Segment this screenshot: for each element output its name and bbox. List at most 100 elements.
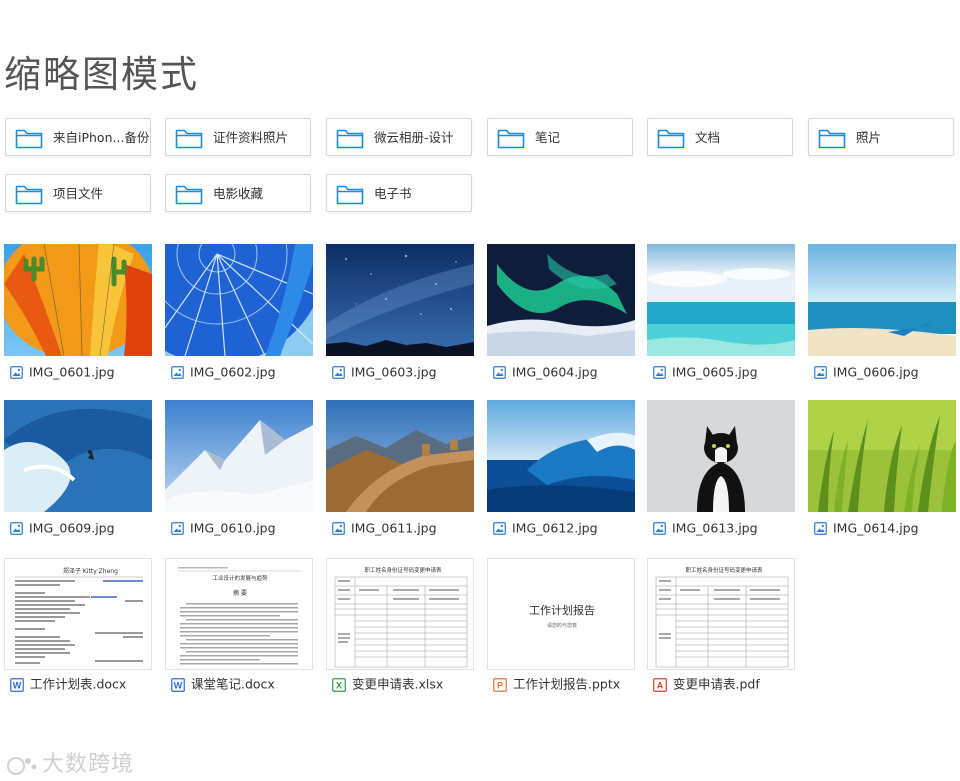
image-file-icon: [814, 522, 827, 535]
folder-item[interactable]: 文档: [647, 118, 793, 156]
folder-label: 照片: [856, 130, 882, 145]
notes-preview: 工业设计的发展与趋势 摘 要: [178, 567, 302, 665]
image-file-icon: [814, 366, 827, 379]
folder-label: 电影收藏: [213, 186, 264, 201]
resume-preview: 郑泽子 Kitty Zheng: [15, 567, 143, 664]
folder-item[interactable]: 来自iPhon...备份: [5, 118, 151, 156]
folder-icon: [175, 129, 203, 149]
image-filename[interactable]: IMG_0614.jpg: [814, 519, 919, 537]
svg-text:X: X: [336, 680, 342, 690]
folder-item[interactable]: 微云相册-设计: [326, 118, 472, 156]
image-file-icon: [10, 366, 23, 379]
photo-wave: [487, 400, 635, 512]
svg-text:W: W: [174, 680, 183, 690]
watermark-text: 大数跨境: [42, 752, 135, 777]
image-filename-text: IMG_0609.jpg: [29, 520, 115, 536]
folder-label: 文档: [695, 130, 721, 145]
doc-thumb-pptx[interactable]: 工作计划报告 请您的与您衰: [487, 558, 635, 670]
document-filename-text: 课堂笔记.docx: [191, 676, 275, 692]
image-filename-text: IMG_0601.jpg: [29, 364, 115, 380]
document-filename[interactable]: W 课堂笔记.docx: [171, 675, 275, 693]
folder-label: 证件资料照片: [213, 130, 289, 145]
doc-thumb-pdf[interactable]: 职工姓名身份证号码变更申请表: [647, 558, 795, 670]
image-thumbnail[interactable]: [4, 244, 152, 356]
image-file-icon: [653, 366, 666, 379]
document-filename[interactable]: A 变更申请表.pdf: [653, 675, 760, 693]
watermark-logo-icon: [7, 757, 37, 775]
folder-label: 电子书: [374, 186, 412, 201]
image-filename-text: IMG_0613.jpg: [672, 520, 758, 536]
image-thumbnail[interactable]: [487, 400, 635, 512]
image-filename[interactable]: IMG_0602.jpg: [171, 363, 276, 381]
image-filename-text: IMG_0606.jpg: [833, 364, 919, 380]
form-title: 职工姓名身份证号码变更申请表: [364, 566, 442, 574]
image-thumbnail[interactable]: [165, 244, 313, 356]
doc-thumb-xlsx[interactable]: 职工姓名身份证号码变更申请表: [326, 558, 474, 670]
photo-surfer: [4, 400, 152, 512]
svg-text:W: W: [13, 680, 22, 690]
folder-icon: [657, 129, 685, 149]
folder-icon: [15, 185, 43, 205]
powerpoint-file-icon: P: [493, 677, 507, 692]
image-thumbnail[interactable]: [165, 400, 313, 512]
photo-night-sky: [326, 244, 474, 356]
pptx-preview: 工作计划报告 请您的与您衰: [529, 603, 595, 629]
image-thumbnail[interactable]: [647, 244, 795, 356]
photo-blue-balloon: [165, 244, 313, 356]
image-file-icon: [171, 522, 184, 535]
image-filename[interactable]: IMG_0612.jpg: [493, 519, 598, 537]
doc-thumb-notes[interactable]: 工业设计的发展与趋势 摘 要: [165, 558, 313, 670]
image-filename-text: IMG_0611.jpg: [351, 520, 437, 536]
pdf-form-title: 职工姓名身份证号码变更申请表: [685, 566, 763, 574]
photo-grass: [808, 400, 956, 512]
folder-item[interactable]: 笔记: [487, 118, 633, 156]
folder-item[interactable]: 电子书: [326, 174, 472, 212]
image-thumbnail[interactable]: [808, 244, 956, 356]
photo-snow-mountain: [165, 400, 313, 512]
svg-text:A: A: [657, 680, 664, 690]
image-filename-text: IMG_0610.jpg: [190, 520, 276, 536]
folder-icon: [336, 129, 364, 149]
xlsx-preview: 职工姓名身份证号码变更申请表: [334, 566, 468, 668]
document-filename-text: 工作计划表.docx: [30, 676, 127, 692]
image-thumbnail[interactable]: [4, 400, 152, 512]
document-filename-text: 变更申请表.pdf: [673, 676, 760, 692]
pdf-preview: 职工姓名身份证号码变更申请表: [655, 566, 789, 668]
folder-item[interactable]: 电影收藏: [165, 174, 311, 212]
document-filename[interactable]: W 工作计划表.docx: [10, 675, 126, 693]
image-filename[interactable]: IMG_0610.jpg: [171, 519, 276, 537]
document-filename[interactable]: X 变更申请表.xlsx: [332, 675, 443, 693]
image-filename[interactable]: IMG_0611.jpg: [332, 519, 437, 537]
image-filename-text: IMG_0614.jpg: [833, 520, 919, 536]
image-filename[interactable]: IMG_0609.jpg: [10, 519, 115, 537]
image-filename[interactable]: IMG_0606.jpg: [814, 363, 919, 381]
photo-beach-boat: [808, 244, 956, 356]
image-file-icon: [493, 366, 506, 379]
pdf-file-icon: A: [653, 677, 667, 692]
image-thumbnail[interactable]: [647, 400, 795, 512]
image-filename[interactable]: IMG_0603.jpg: [332, 363, 437, 381]
document-filename-text: 工作计划报告.pptx: [513, 676, 621, 692]
image-filename-text: IMG_0602.jpg: [190, 364, 276, 380]
image-filename[interactable]: IMG_0613.jpg: [653, 519, 758, 537]
folder-label: 来自iPhon...备份: [53, 130, 150, 145]
photo-great-wall: [326, 400, 474, 512]
image-thumbnail[interactable]: [326, 400, 474, 512]
image-filename[interactable]: IMG_0605.jpg: [653, 363, 758, 381]
svg-text:P: P: [497, 680, 503, 690]
image-file-icon: [332, 522, 345, 535]
watermark: 大数跨境: [6, 746, 134, 778]
image-thumbnail[interactable]: [326, 244, 474, 356]
image-filename[interactable]: IMG_0604.jpg: [493, 363, 598, 381]
photo-hot-air-balloon: [4, 244, 152, 356]
folder-item[interactable]: 项目文件: [5, 174, 151, 212]
resume-name: 郑泽子 Kitty Zheng: [63, 567, 118, 575]
folder-item[interactable]: 照片: [808, 118, 954, 156]
folder-item[interactable]: 证件资料照片: [165, 118, 311, 156]
document-filename[interactable]: P 工作计划报告.pptx: [493, 675, 620, 693]
image-thumbnail[interactable]: [487, 244, 635, 356]
image-thumbnail[interactable]: [808, 400, 956, 512]
doc-thumb-resume[interactable]: 郑泽子 Kitty Zheng: [4, 558, 152, 670]
document-filename-text: 变更申请表.xlsx: [352, 676, 444, 692]
image-filename[interactable]: IMG_0601.jpg: [10, 363, 115, 381]
